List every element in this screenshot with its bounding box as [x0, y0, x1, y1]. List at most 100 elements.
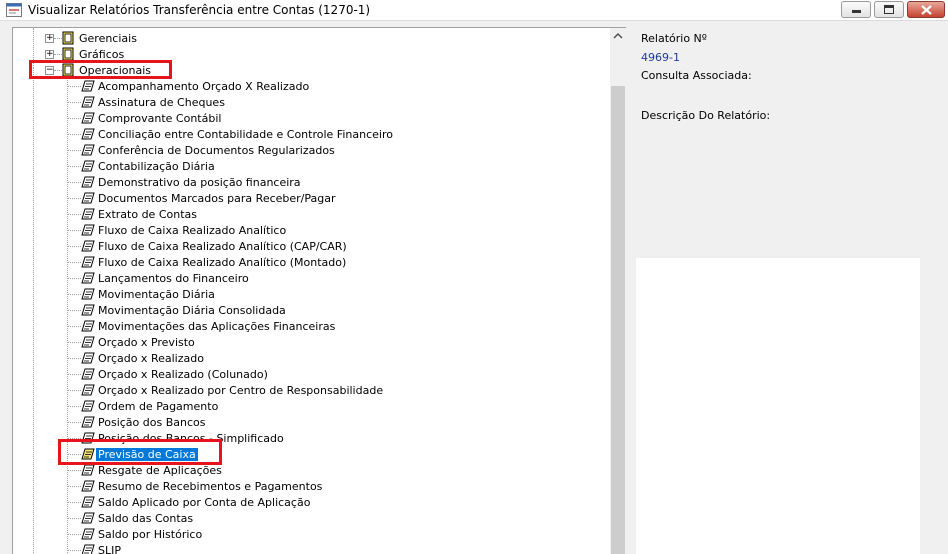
report-icon	[81, 160, 95, 172]
tree-item[interactable]: Extrato de Contas	[98, 208, 197, 221]
tree-item[interactable]: Orçado x Realizado por Centro de Respons…	[98, 384, 383, 397]
tree-item[interactable]: Saldo das Contas	[98, 512, 193, 525]
tree-item[interactable]: Ordem de Pagamento	[98, 400, 218, 413]
app-icon	[6, 3, 22, 17]
report-icon	[81, 496, 95, 508]
window-title: Visualizar Relatórios Transferência entr…	[28, 3, 371, 17]
report-icon	[81, 288, 95, 300]
tree-item[interactable]: Movimentações das Aplicações Financeiras	[98, 320, 335, 333]
tree-guide-line	[67, 406, 81, 407]
tree-item[interactable]: Comprovante Contábil	[98, 112, 221, 125]
tree-item[interactable]: Acompanhamento Orçado X Realizado	[98, 80, 309, 93]
tree-guide-line	[67, 118, 81, 119]
report-icon	[81, 352, 95, 364]
report-icon	[81, 384, 95, 396]
tree-guide-line	[67, 76, 68, 554]
minimize-icon	[852, 10, 861, 13]
tree-item[interactable]: SLIP	[98, 544, 121, 554]
report-number-label: Relatório Nº	[641, 32, 707, 45]
tree-item[interactable]: Fluxo de Caixa Realizado Analítico (CAP/…	[98, 240, 347, 253]
tree-item[interactable]: Assinatura de Cheques	[98, 96, 225, 109]
report-icon	[81, 176, 95, 188]
tree-guide-line	[67, 150, 81, 151]
tree-item[interactable]: Posição dos Bancos	[98, 416, 205, 429]
report-tree[interactable]: + Gerenciais + Gráficos − Operacionais A…	[12, 27, 626, 554]
report-icon	[81, 512, 95, 524]
tree-guide-line	[33, 68, 34, 554]
scroll-up-arrow-icon[interactable]	[610, 28, 626, 44]
tree-guide-line	[67, 342, 81, 343]
tree-guide-line	[67, 326, 81, 327]
expand-gerenciais-toggle[interactable]: +	[45, 34, 54, 43]
tree-guide-line	[67, 182, 81, 183]
close-button[interactable]	[907, 1, 945, 18]
tree-guide-line	[67, 358, 81, 359]
tree-group-gerenciais[interactable]: Gerenciais	[79, 32, 137, 45]
report-icon	[81, 304, 95, 316]
tree-guide-line	[67, 518, 81, 519]
tree-guide-line	[67, 278, 81, 279]
tree-item[interactable]: Documentos Marcados para Receber/Pagar	[98, 192, 336, 205]
maximize-button[interactable]	[874, 1, 904, 18]
tree-item[interactable]: Resgate de Aplicações	[98, 464, 222, 477]
scroll-thumb[interactable]	[611, 86, 625, 554]
tree-item[interactable]: Resumo de Recebimentos e Pagamentos	[98, 480, 322, 493]
tree-item[interactable]: Movimentação Diária Consolidada	[98, 304, 286, 317]
tree-item[interactable]: Movimentação Diária	[98, 288, 215, 301]
report-icon	[81, 416, 95, 428]
report-icon	[81, 544, 95, 554]
report-icon	[81, 96, 95, 108]
expand-graficos-toggle[interactable]: +	[45, 50, 54, 59]
query-label: Consulta Associada:	[641, 69, 752, 82]
close-icon	[921, 5, 932, 15]
tree-item[interactable]: Orçado x Previsto	[98, 336, 195, 349]
report-icon	[81, 480, 95, 492]
report-icon	[81, 464, 95, 476]
tree-guide-line	[67, 470, 81, 471]
tree-guide-line	[67, 134, 81, 135]
tree-item[interactable]: Saldo Aplicado por Conta de Aplicação	[98, 496, 310, 509]
report-icon	[81, 320, 95, 332]
tree-item[interactable]: Demonstrativo da posição financeira	[98, 176, 301, 189]
tree-item[interactable]: Conferência de Documentos Regularizados	[98, 144, 335, 157]
tree-guide-line	[67, 310, 81, 311]
tree-item[interactable]: Conciliação entre Contabilidade e Contro…	[98, 128, 393, 141]
tree-guide-line	[67, 294, 81, 295]
description-box	[636, 258, 920, 554]
tree-guide-line	[67, 102, 81, 103]
folder-icon	[62, 31, 74, 45]
tree-guide-line	[67, 534, 81, 535]
highlight-operacionais	[29, 60, 172, 79]
tree-guide-line	[67, 86, 81, 87]
highlight-previsao-de-caixa	[58, 439, 222, 465]
minimize-button[interactable]	[841, 1, 871, 18]
tree-guide-line	[67, 246, 81, 247]
tree-item[interactable]: Saldo por Histórico	[98, 528, 202, 541]
report-icon	[81, 128, 95, 140]
report-icon	[81, 80, 95, 92]
tree-item[interactable]: Lançamentos do Financeiro	[98, 272, 249, 285]
tree-guide-line	[67, 166, 81, 167]
tree-item[interactable]: Fluxo de Caixa Realizado Analítico	[98, 224, 286, 237]
report-icon	[81, 208, 95, 220]
tree-item[interactable]: Contabilização Diária	[98, 160, 215, 173]
report-icon	[81, 144, 95, 156]
tree-item[interactable]: Orçado x Realizado (Colunado)	[98, 368, 268, 381]
tree-guide-line	[67, 422, 81, 423]
report-icon	[81, 528, 95, 540]
report-icon	[81, 240, 95, 252]
report-icon	[81, 368, 95, 380]
tree-guide-line	[67, 550, 81, 551]
tree-item[interactable]: Fluxo de Caixa Realizado Analítico (Mont…	[98, 256, 346, 269]
report-number-value: 4969-1	[641, 51, 680, 64]
tree-guide-line	[67, 262, 81, 263]
tree-scrollbar[interactable]	[610, 28, 626, 554]
tree-item[interactable]: Orçado x Realizado	[98, 352, 204, 365]
report-icon	[81, 256, 95, 268]
maximize-icon	[884, 5, 894, 14]
tree-guide-line	[67, 198, 81, 199]
report-icon	[81, 336, 95, 348]
report-icon	[81, 112, 95, 124]
tree-guide-line	[67, 374, 81, 375]
tree-guide-line	[67, 390, 81, 391]
